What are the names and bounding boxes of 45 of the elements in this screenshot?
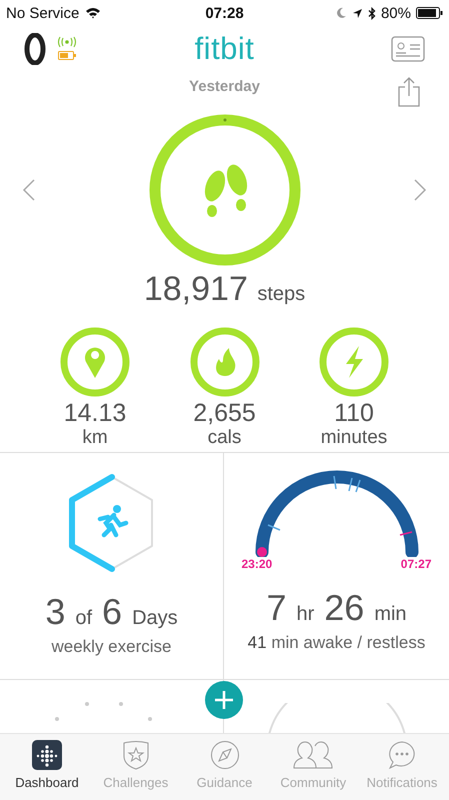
carrier-text: No Service [6,4,80,22]
date-label[interactable]: Yesterday [189,78,260,95]
lightning-icon[interactable] [318,326,390,398]
sleep-start-time: 23:20 [242,557,272,571]
sleep-duration: 7 hr 26 min [266,587,407,629]
tab[interactable]: Community [270,740,356,800]
steps-count: 18,917 steps [142,270,306,310]
plus-icon [214,690,234,710]
stat-unit: cals [208,426,242,450]
exercise-label: weekly exercise [52,637,172,657]
profile-card-icon[interactable] [390,36,425,62]
flame-icon[interactable] [188,326,260,398]
battery-icon [416,7,443,19]
sleep-end-time: 07:27 [400,557,432,571]
people-icon [292,740,334,770]
stat-value: 14.13 [64,400,126,426]
sync-battery-icon [56,36,78,62]
stat-unit: km [82,426,108,450]
stat-unit: minutes [320,426,388,450]
chat-bubble-icon [387,740,417,770]
exercise-days: 3 of 6 Days [45,591,178,633]
exercise-tile[interactable]: 3 of 6 Days weekly exercise [0,453,224,679]
wifi-icon [85,7,102,19]
clock-text: 07:28 [205,4,244,22]
fitbit-logo: fitbit [194,31,254,67]
add-button[interactable] [205,681,243,719]
bluetooth-icon [368,6,376,20]
moon-icon [336,7,347,19]
tab[interactable]: Challenges [92,740,179,800]
stat-value: 110 [334,400,374,426]
tab[interactable]: Dashboard [4,740,90,800]
awake-summary: 41 min awake / restless [248,633,426,653]
compass-icon [210,740,240,770]
tab[interactable]: Notifications [359,740,445,800]
tab[interactable]: Guidance [182,740,268,800]
battery-percent: 80% [380,4,411,22]
steps-ring-icon [148,114,300,266]
tracker-band-icon [24,33,46,65]
share-icon[interactable] [397,76,421,108]
location-pin-icon[interactable] [59,326,131,398]
sleep-tile[interactable]: 23:20 07:27 7 hr 26 min 41 min awake / restless [224,453,449,679]
location-icon [352,8,363,18]
stat-value: 2,655 [193,400,256,426]
shield-star-icon [120,740,151,770]
dashboard-icon [32,740,62,770]
